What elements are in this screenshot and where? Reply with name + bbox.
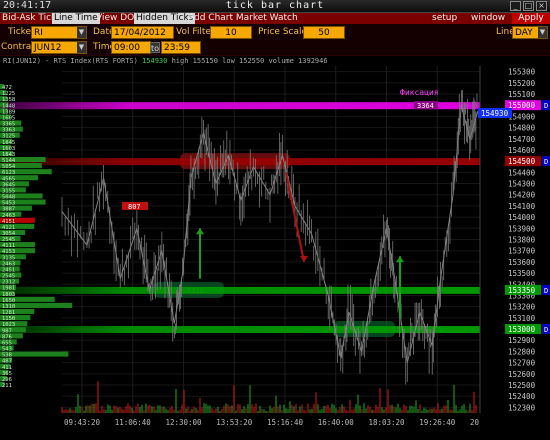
arrow-up-icon xyxy=(396,256,404,263)
level-price-label: 154500 xyxy=(508,157,536,166)
y-tick-label: 154800 xyxy=(508,124,536,133)
y-tick-label: 152900 xyxy=(508,336,536,345)
close-icon[interactable]: × xyxy=(536,1,547,11)
level-price-label: 153350 xyxy=(508,286,536,295)
y-tick-label: 154000 xyxy=(508,213,536,222)
y-tick-label: 154700 xyxy=(508,135,536,144)
y-tick-label: 154300 xyxy=(508,180,536,189)
menu-window[interactable]: window xyxy=(469,13,507,24)
level-price-label: 153000 xyxy=(508,325,536,334)
menu-bid-ask-tick[interactable]: Bid-Ask Tick xyxy=(0,13,58,24)
chart-area[interactable]: 09:43:20 11:06:40 12:30:00 13:53:20 15:16:40… xyxy=(0,56,550,440)
y-tick-label: 152300 xyxy=(508,403,536,412)
window-controls: _ □ × xyxy=(510,1,547,11)
y-tick-label: 153900 xyxy=(508,224,536,233)
chart-low: low 152550 xyxy=(222,57,265,65)
price-scale-field[interactable]: 50 xyxy=(303,26,345,39)
red-marker-label: 807 xyxy=(128,203,141,211)
arrow-up-icon xyxy=(196,228,204,235)
x-tick-label: 19:26:40 xyxy=(419,418,456,427)
date-field[interactable]: 17/04/2012 xyxy=(111,26,174,39)
menu-bar: Bid-Ask Tick Line Time View DOM Hidden T… xyxy=(0,13,550,24)
ticker-select[interactable]: RI ▼ xyxy=(31,26,87,39)
y-tick-label: 155200 xyxy=(508,79,536,88)
chevron-down-icon[interactable]: ▼ xyxy=(538,27,547,38)
ticker-value: RI xyxy=(34,28,43,38)
vol-filter-field[interactable]: 10 xyxy=(210,26,252,39)
menu-setup[interactable]: setup xyxy=(430,13,459,24)
x-tick-label: 18:03:20 xyxy=(368,418,405,427)
y-tick-label: 153700 xyxy=(508,247,536,256)
chart-info: RI(JUN12) - RTS Index(RTS FORTS) 154930 … xyxy=(3,57,328,65)
minimize-icon[interactable]: _ xyxy=(510,1,521,11)
chevron-down-icon[interactable]: ▼ xyxy=(77,42,86,53)
fixation-label: Фиксация xyxy=(400,88,439,97)
y-tick-label: 152800 xyxy=(508,347,536,356)
tick-chart[interactable]: 09:43:20 11:06:40 12:30:00 13:53:20 15:16:40… xyxy=(0,56,550,440)
vol-filter-label: Vol Filter xyxy=(176,27,215,37)
y-tick-label: 154900 xyxy=(508,112,536,121)
price-line xyxy=(61,105,479,363)
title-bar: 20:41:17 tick bar chart _ □ × xyxy=(0,0,550,13)
maximize-icon[interactable]: □ xyxy=(523,1,534,11)
level-badge-label: D xyxy=(544,287,548,295)
level-price-label: 155000 xyxy=(508,101,536,110)
current-price-label: 154930 xyxy=(481,109,509,118)
chart-high: high 155150 xyxy=(171,57,218,65)
y-tick-label: 152600 xyxy=(508,370,536,379)
y-tick-label: 152700 xyxy=(508,359,536,368)
level-badge-label: D xyxy=(544,102,548,110)
y-tick-label: 155300 xyxy=(508,68,536,77)
tag-label: 3364 xyxy=(417,102,434,110)
level-badge-label: D xyxy=(544,326,548,334)
y-tick-label: 153100 xyxy=(508,314,536,323)
contract-value: JUN12 xyxy=(34,43,62,53)
y-tick-label: 152400 xyxy=(508,392,536,401)
level-line xyxy=(0,326,504,334)
window-title: tick bar chart xyxy=(225,0,325,11)
level-line xyxy=(0,158,504,166)
y-tick-label: 153600 xyxy=(508,258,536,267)
chevron-down-icon[interactable]: ▼ xyxy=(77,27,86,38)
time-to-field[interactable]: 23:59 xyxy=(161,41,201,54)
apply-button[interactable]: Apply xyxy=(512,13,550,24)
chart-symbol: RI(JUN12) - RTS Index(RTS FORTS) xyxy=(3,57,138,65)
x-tick-label: 15:16:40 xyxy=(267,418,304,427)
y-tick-label: 154600 xyxy=(508,146,536,155)
level-line xyxy=(0,286,504,294)
level-badge-label: D xyxy=(544,158,548,166)
x-tick-label: 11:06:40 xyxy=(115,418,152,427)
y-tick-label: 153500 xyxy=(508,269,536,278)
chart-last-price: 154930 xyxy=(142,57,168,65)
menu-line-time[interactable]: Line Time xyxy=(52,13,100,24)
time-from-field[interactable]: 09:00 xyxy=(111,41,151,54)
toolbar: Ticker RI ▼ Date 17/04/2012 Vol Filter 1… xyxy=(0,24,550,56)
time-to-button[interactable]: to xyxy=(150,42,160,53)
line-select[interactable]: DAY ▼ xyxy=(512,26,548,39)
x-tick-label: 16:40:00 xyxy=(318,418,355,427)
volume-profile-label: 211 xyxy=(2,383,12,389)
y-tick-label: 155100 xyxy=(508,90,536,99)
x-tick-label: 12:30:00 xyxy=(165,418,202,427)
y-tick-label: 154400 xyxy=(508,168,536,177)
y-tick-label: 153200 xyxy=(508,303,536,312)
x-tick-label: 13:53:20 xyxy=(216,418,253,427)
y-tick-label: 152500 xyxy=(508,381,536,390)
menu-add-chart-market-watch[interactable]: Add Chart Market Watch xyxy=(186,13,300,24)
arrow-down-icon xyxy=(300,255,308,262)
price-scale-label: Price Scale xyxy=(258,27,308,37)
x-tick-label: 09:43:20 xyxy=(64,418,101,427)
y-tick-label: 153800 xyxy=(508,236,536,245)
chart-volume: volume 1392946 xyxy=(268,57,328,65)
y-tick-label: 154200 xyxy=(508,191,536,200)
y-tick-label: 154100 xyxy=(508,202,536,211)
line-value: DAY xyxy=(515,28,533,38)
contract-select[interactable]: JUN12 ▼ xyxy=(31,41,87,54)
